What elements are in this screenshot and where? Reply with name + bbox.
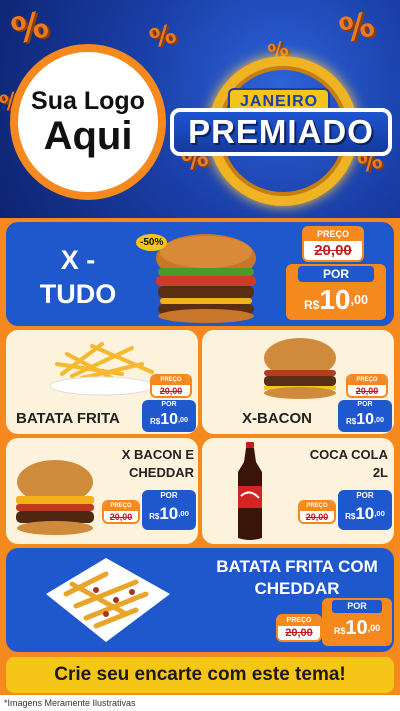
- product-name: X-BACON: [242, 410, 312, 427]
- cta-text: Crie seu encarte com este tema!: [54, 664, 346, 685]
- product-name-line1: COCA COLA: [309, 447, 388, 462]
- product-card-batata-frita[interactable]: BATATA FRITA PREÇO 20,00 POR R$10,00: [6, 330, 198, 434]
- old-price-box: PREÇO 20,00: [298, 500, 336, 524]
- product-name-line2: CHEDDAR: [129, 464, 194, 480]
- old-price-box: PREÇO 20,00: [302, 226, 364, 262]
- product-card-coca-cola[interactable]: COCA COLA 2L PREÇO 20,00 POR R$10,00: [202, 438, 394, 544]
- new-price-box: POR R$10,00: [338, 400, 392, 432]
- old-price-value: 20,00: [314, 242, 352, 259]
- new-price-value: R$10,00: [142, 502, 196, 529]
- old-price-box: PREÇO 20,00: [150, 374, 192, 398]
- new-price-label: POR: [161, 401, 177, 408]
- new-price-value: R$10,00: [338, 502, 392, 529]
- currency-symbol: R$: [149, 512, 160, 521]
- percent-icon: %: [7, 4, 53, 53]
- old-price-label: PREÇO: [304, 228, 362, 241]
- price-cents: ,00: [178, 509, 189, 518]
- old-price-label: PREÇO: [300, 502, 334, 511]
- new-price-label: POR: [160, 491, 178, 500]
- price-integer: 10: [345, 617, 368, 639]
- old-price-box: PREÇO 20,00: [102, 500, 140, 524]
- bacon-burger-image: [264, 338, 336, 399]
- new-price-value: R$10,00: [338, 410, 392, 432]
- price-cents: ,00: [367, 623, 381, 633]
- cheddar-burger-image: [16, 460, 94, 535]
- old-price-value: 20,00: [159, 386, 183, 396]
- badge-title: PREMIADO: [188, 113, 374, 150]
- currency-symbol: R$: [333, 626, 346, 636]
- old-price-label: PREÇO: [104, 502, 138, 511]
- badge-title-box: PREMIADO: [170, 108, 392, 156]
- product-card-batata-cheddar[interactable]: BATATA FRITA COM CHEDDAR PREÇO 20,00 POR…: [6, 548, 394, 652]
- currency-symbol: R$: [149, 417, 161, 426]
- new-price-box: POR R$10,00: [338, 490, 392, 530]
- new-price-box: POR R$10,00: [142, 400, 196, 432]
- new-price-value: R$10,00: [286, 282, 386, 320]
- old-price-label: PREÇO: [278, 616, 320, 626]
- new-price-label: POR: [298, 266, 374, 282]
- product-name-line1: BATATA FRITA COM: [216, 557, 378, 576]
- cheddar-fries-image: [46, 558, 170, 642]
- new-price-label: POR: [357, 401, 373, 408]
- old-price-label: PREÇO: [348, 376, 386, 385]
- old-price-value: 20,00: [355, 386, 379, 396]
- percent-icon: %: [335, 4, 379, 52]
- price-integer: 10: [160, 411, 179, 428]
- product-card-x-bacon[interactable]: X-BACON PREÇO 20,00 POR R$10,00: [202, 330, 394, 434]
- product-name-line1: X -: [60, 245, 96, 275]
- new-price-box: POR R$10,00: [142, 490, 196, 530]
- old-price-box: PREÇO 20,00: [276, 614, 322, 642]
- price-integer: 10: [356, 411, 375, 428]
- product-name: X BACON E CHEDDAR: [102, 446, 194, 481]
- old-price-label: PREÇO: [152, 376, 190, 385]
- fries-image: [49, 342, 155, 396]
- new-price-value: R$10,00: [322, 613, 392, 646]
- logo-text-line2: Aqui: [43, 113, 133, 158]
- product-card-x-tudo[interactable]: X - TUDO PREÇO 20,00 POR R$10,00: [6, 222, 394, 326]
- old-price-box: PREÇO 20,00: [346, 374, 388, 398]
- product-name-line2: TUDO: [39, 278, 117, 309]
- product-name: BATATA FRITA COM CHEDDAR: [206, 556, 388, 600]
- new-price-box: POR R$10,00: [286, 264, 386, 320]
- header-banner: % % % % % % % Sua Logo Aqui JANEIRO PREM…: [0, 0, 400, 218]
- disclaimer-text: *Imagens Meramente Ilustrativas: [0, 695, 400, 711]
- price-cents: ,00: [350, 293, 368, 307]
- flyer-page: % % % % % % % Sua Logo Aqui JANEIRO PREM…: [0, 0, 400, 711]
- currency-symbol: R$: [345, 417, 357, 426]
- price-cents: ,00: [374, 509, 385, 518]
- product-name-line2: 2L: [372, 464, 388, 480]
- old-price-value: 20,00: [285, 627, 313, 639]
- product-card-x-bacon-cheddar[interactable]: X BACON E CHEDDAR PREÇO 20,00 POR R$10,0…: [6, 438, 198, 544]
- product-name-line1: X BACON E: [121, 447, 194, 462]
- product-name: BATATA FRITA: [16, 410, 120, 427]
- logo-placeholder: Sua Logo Aqui: [10, 44, 166, 200]
- promo-badge: JANEIRO PREMIADO: [168, 50, 394, 210]
- cta-banner[interactable]: Crie seu encarte com este tema!: [6, 657, 394, 693]
- old-price-value: 20,00: [305, 512, 329, 522]
- price-cents: ,00: [178, 415, 189, 424]
- new-price-label: POR: [356, 491, 374, 500]
- product-name: COCA COLA 2L: [292, 446, 388, 481]
- price-integer: 10: [355, 504, 375, 523]
- price-cents: ,00: [374, 415, 385, 424]
- new-price-label: POR: [332, 600, 382, 613]
- currency-symbol: R$: [345, 512, 356, 521]
- price-integer: 10: [319, 284, 351, 315]
- new-price-value: R$10,00: [142, 410, 196, 432]
- new-price-box: POR R$10,00: [322, 598, 392, 646]
- product-name-line2: CHEDDAR: [254, 579, 340, 599]
- old-price-value: 20,00: [109, 512, 133, 522]
- logo-text-line1: Sua Logo: [31, 87, 145, 116]
- price-integer: 10: [159, 504, 179, 523]
- coke-bottle-image: [238, 442, 262, 540]
- product-name: X - TUDO: [28, 244, 128, 312]
- discount-badge: -50%: [136, 234, 168, 251]
- currency-symbol: R$: [303, 298, 320, 312]
